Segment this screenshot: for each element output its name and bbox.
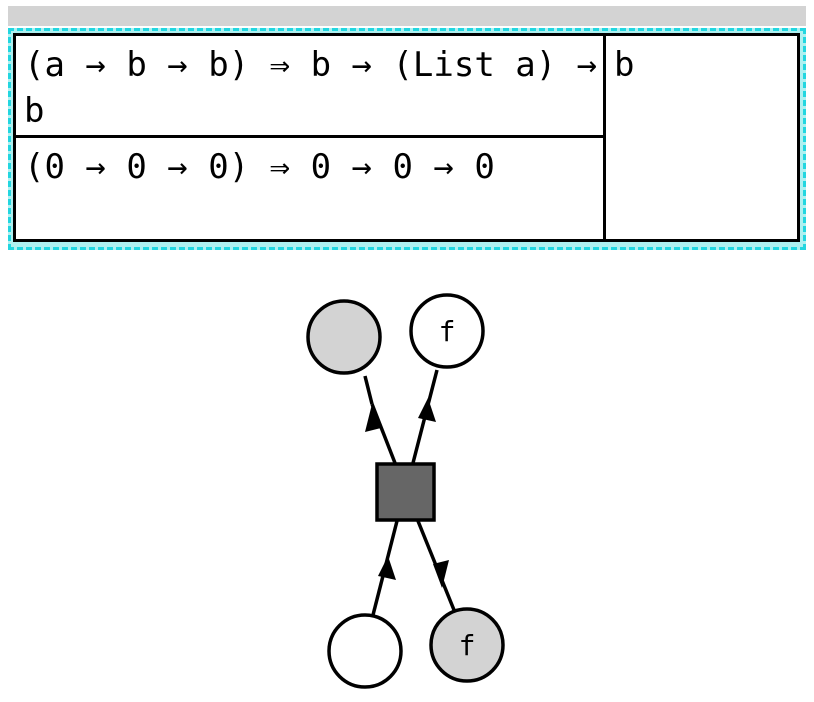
node-top-right-label: f xyxy=(439,315,456,348)
arrow-bottom-right-to-center xyxy=(433,560,449,588)
arrow-center-to-bottom-left xyxy=(378,556,396,580)
node-bottom-right-label: f xyxy=(459,629,476,662)
node-graph: f f xyxy=(306,293,505,689)
edge-center-to-top-left xyxy=(370,403,397,464)
node-center[interactable] xyxy=(375,462,436,522)
node-bottom-left[interactable] xyxy=(327,613,403,689)
arrow-top-right-to-center xyxy=(418,398,436,422)
edge-top-left-segment xyxy=(363,375,374,405)
node-top-left[interactable] xyxy=(306,299,382,375)
